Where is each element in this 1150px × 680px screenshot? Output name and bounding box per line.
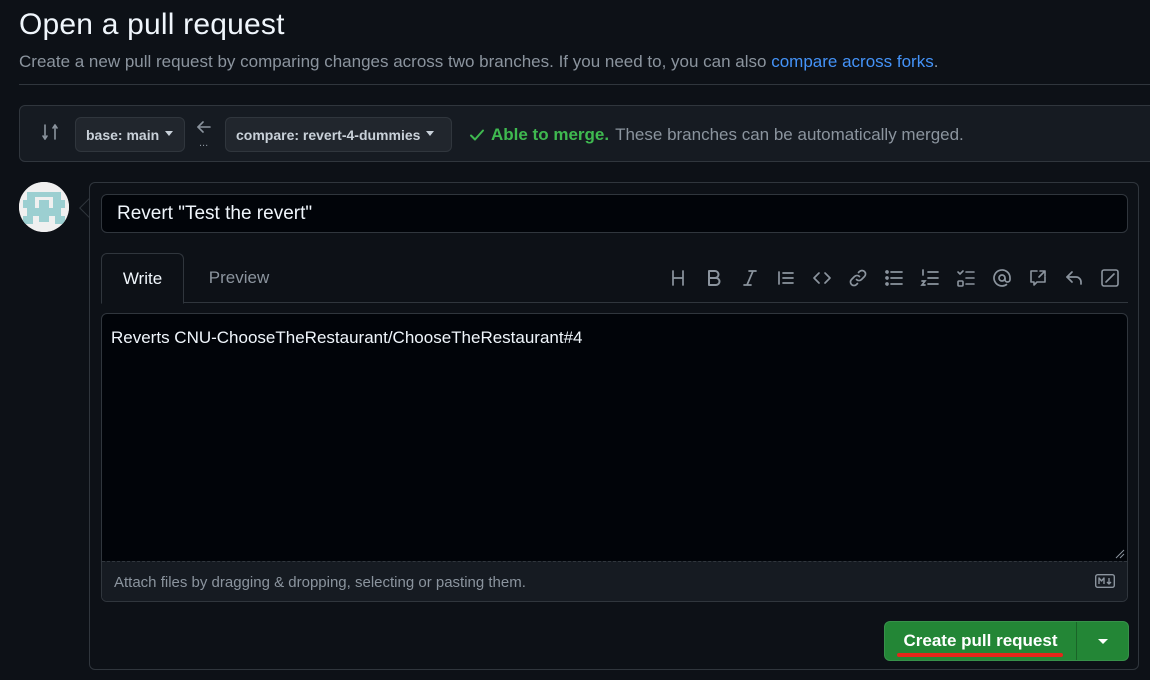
unordered-list-icon[interactable] [876,265,912,291]
tab-write[interactable]: Write [101,253,184,304]
subtitle-text: Create a new pull request by comparing c… [19,52,772,71]
compare-across-forks-link[interactable]: compare across forks [771,52,934,71]
reply-icon[interactable] [1056,265,1092,291]
bold-icon[interactable] [696,265,732,291]
resize-handle-icon[interactable] [1115,549,1125,559]
page-subtitle: Create a new pull request by comparing c… [19,52,938,72]
compare-branch-select[interactable]: compare: revert-4-dummies [225,117,452,152]
create-pull-request-button[interactable]: Create pull request [885,622,1077,660]
create-options-dropdown[interactable] [1077,622,1128,660]
heading-icon[interactable] [660,265,696,291]
highlight-underline [897,653,1063,657]
git-compare-icon [42,124,58,140]
page-title: Open a pull request [19,8,285,41]
avatar[interactable] [19,182,69,232]
merge-description: These branches can be automatically merg… [615,125,964,144]
range-ellipsis: ... [199,137,209,149]
markdown-icon[interactable] [1095,574,1115,588]
editor-tab-bar: Write Preview [101,253,1128,304]
base-branch-select[interactable]: base: main [75,117,185,152]
subtitle-period: . [933,52,939,71]
header-divider [19,84,1150,85]
identicon-icon [19,182,69,232]
chevron-down-icon [1097,638,1108,644]
pr-title-input[interactable]: Revert "Test the revert" [101,194,1128,233]
chevron-down-icon [426,131,435,136]
chevron-down-icon [165,131,174,136]
pr-composer: Revert "Test the revert" Write Preview R… [89,182,1139,670]
merge-status: Able to merge. These branches can be aut… [468,125,964,145]
tab-preview[interactable]: Preview [194,253,284,303]
link-icon[interactable] [840,265,876,291]
merge-ok-text: Able to merge. [491,125,610,144]
file-attachment-bar[interactable]: Attach files by dragging & dropping, sel… [102,561,1127,601]
pr-body-text: Reverts CNU-ChooseTheRestaurant/ChooseTh… [111,328,583,347]
quote-icon[interactable] [768,265,804,291]
ordered-list-icon[interactable] [912,265,948,291]
pr-body-textarea[interactable]: Reverts CNU-ChooseTheRestaurant/ChooseTh… [101,313,1128,602]
base-branch-label: base: main [86,126,160,143]
edit-icon[interactable] [1092,265,1128,291]
italic-icon[interactable] [732,265,768,291]
attach-files-hint: Attach files by dragging & dropping, sel… [114,574,526,591]
compare-branch-label: compare: revert-4-dummies [236,126,421,143]
arrow-left-icon [197,121,211,133]
range-editor: base: main ... compare: revert-4-dummies… [19,105,1150,162]
reference-icon[interactable] [1020,265,1056,291]
create-pr-button-group: Create pull request [884,621,1129,661]
check-icon [470,129,484,141]
create-pull-request-label: Create pull request [903,631,1058,650]
task-list-icon[interactable] [948,265,984,291]
markdown-toolbar [660,265,1128,291]
code-icon[interactable] [804,265,840,291]
mention-icon[interactable] [984,265,1020,291]
